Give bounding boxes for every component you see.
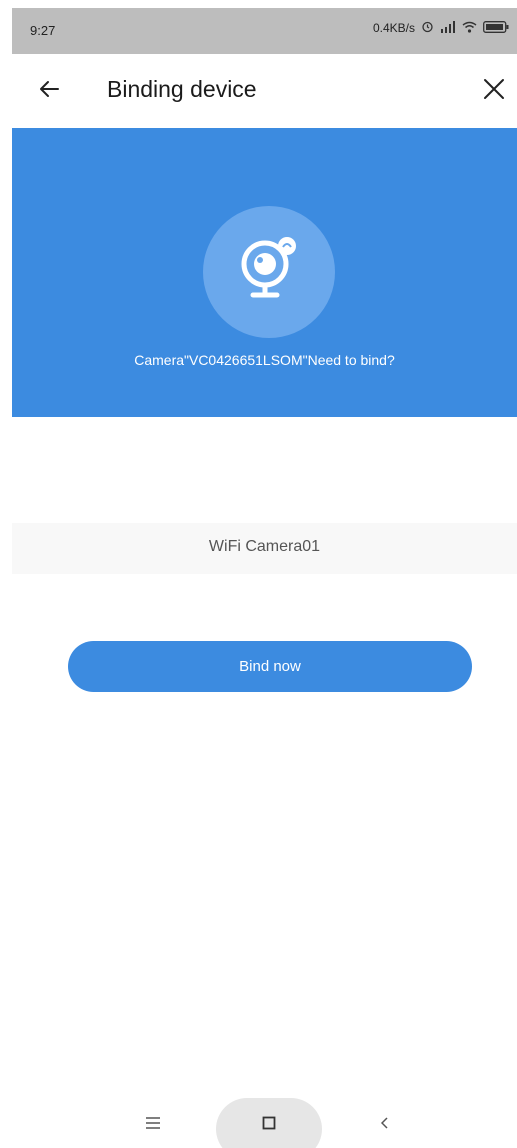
chevron-left-icon xyxy=(379,1116,391,1135)
menu-icon xyxy=(145,1116,161,1135)
wifi-icon xyxy=(462,21,477,36)
bind-prompt: Camera"VC0426651LSOM"Need to bind? xyxy=(134,352,395,368)
close-icon xyxy=(482,77,506,106)
signal-icon xyxy=(440,20,456,36)
page-title: Binding device xyxy=(107,76,257,102)
network-speed: 0.4KB/s xyxy=(372,21,415,35)
status-bar: 9:27 0.4KB/s xyxy=(12,8,517,54)
arrow-left-icon xyxy=(37,77,61,106)
device-banner: Camera"VC0426651LSOM"Need to bind? xyxy=(12,128,517,417)
system-back-button[interactable] xyxy=(370,1110,400,1140)
status-icons: 0.4KB/s xyxy=(373,20,509,36)
app-bar: Binding device xyxy=(12,54,517,128)
spacer-panel xyxy=(12,417,517,523)
square-icon xyxy=(262,1116,276,1135)
home-button[interactable] xyxy=(254,1110,284,1140)
menu-button[interactable] xyxy=(138,1110,168,1140)
bind-now-button[interactable]: Bind now xyxy=(68,641,472,692)
back-button[interactable] xyxy=(32,74,66,108)
device-name: WiFi Camera01 xyxy=(208,538,321,555)
battery-icon xyxy=(483,20,509,36)
system-nav-bar xyxy=(12,1098,517,1148)
camera-avatar xyxy=(203,206,335,338)
status-time: 9:27 xyxy=(30,23,56,38)
alarm-icon xyxy=(421,20,434,36)
close-button[interactable] xyxy=(477,74,511,108)
screen: 9:27 0.4KB/s Binding device Camera"VC042… xyxy=(12,8,517,1148)
